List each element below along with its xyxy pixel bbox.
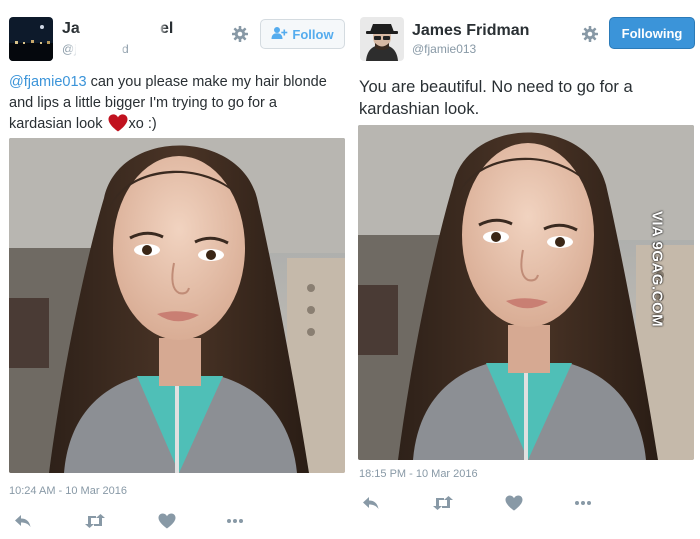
watermark: VIA 9GAG.COM: [648, 210, 666, 328]
tweet-text-line-2: kardashian look.: [359, 100, 480, 118]
name-redaction: [82, 17, 162, 39]
heart-icon[interactable]: [505, 495, 523, 511]
gear-icon[interactable]: [231, 25, 249, 43]
following-button[interactable]: Following: [609, 17, 695, 49]
display-name-end-fragment[interactable]: el: [160, 20, 173, 38]
mention-link[interactable]: @fjamie013: [9, 74, 87, 90]
tweet-photo-reply[interactable]: [358, 125, 694, 460]
gear-icon[interactable]: [581, 25, 599, 43]
tweet-text-line-1: You are beautiful. No need to go for a: [359, 78, 633, 96]
retweet-icon[interactable]: [84, 513, 106, 529]
tweet-timestamp[interactable]: 18:15 PM - 10 Mar 2016: [359, 468, 478, 480]
tweet-card-original: Ja el @j d Follow @fjamie013 can you ple…: [0, 0, 352, 539]
tweet-text-line-2: and lips a little bigger I'm trying to g…: [9, 95, 277, 111]
tweet-text: You are beautiful. No need to go for a k…: [359, 76, 695, 120]
handle-redaction: [72, 41, 122, 57]
handle[interactable]: @fjamie013: [412, 42, 476, 56]
more-icon[interactable]: [574, 495, 592, 511]
tweet-photo-original[interactable]: [9, 138, 345, 473]
display-name-partially-hidden[interactable]: Ja: [62, 20, 80, 38]
follow-button[interactable]: Follow: [260, 19, 345, 49]
heart-emoji-icon: [108, 114, 128, 139]
display-name[interactable]: James Fridman: [412, 22, 529, 40]
handle-end-fragment[interactable]: d: [122, 42, 129, 56]
heart-icon[interactable]: [158, 513, 176, 529]
tweet-text-line-3: kardasian look xo :): [9, 114, 349, 139]
following-button-label: Following: [621, 25, 683, 41]
tweet-text-line-1: @fjamie013 can you please make my hair b…: [9, 74, 327, 90]
avatar[interactable]: [360, 17, 404, 61]
reply-icon[interactable]: [362, 495, 380, 511]
add-user-icon: [271, 26, 288, 43]
reply-icon[interactable]: [14, 513, 32, 529]
tweet-timestamp[interactable]: 10:24 AM - 10 Mar 2016: [9, 485, 127, 497]
tweet-text: @fjamie013 can you please make my hair b…: [9, 72, 349, 139]
display-name-start: Ja: [62, 20, 80, 37]
retweet-icon[interactable]: [432, 495, 454, 511]
avatar[interactable]: [9, 17, 53, 61]
more-icon[interactable]: [226, 513, 244, 529]
follow-button-label: Follow: [292, 26, 334, 42]
